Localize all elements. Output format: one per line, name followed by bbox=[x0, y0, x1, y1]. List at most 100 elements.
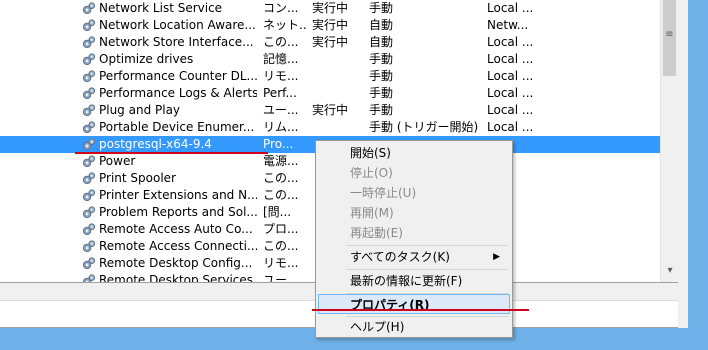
service-row[interactable]: Performance Logs & Alerts Perf... 手動 Local … bbox=[0, 85, 660, 102]
menu-item-restart[interactable]: 再起動(E) bbox=[318, 223, 510, 243]
gear-icon bbox=[81, 69, 96, 84]
service-row[interactable]: Network Location Aware... ネット... 実行中 自動 Netw… bbox=[0, 17, 660, 34]
service-description: この... bbox=[263, 35, 299, 49]
gear-icon bbox=[81, 18, 96, 33]
service-status bbox=[312, 85, 368, 102]
service-row[interactable]: Plug and Play ユー... 実行中 手動 Local ... bbox=[0, 102, 660, 119]
service-name: Plug and Play bbox=[99, 103, 181, 117]
submenu-arrow-icon: ▶ bbox=[493, 252, 500, 262]
service-startup-type: 自動 bbox=[369, 35, 394, 49]
service-status bbox=[312, 68, 368, 85]
scrollbar-thumb[interactable]: ≡ bbox=[663, 0, 676, 76]
menu-item-resume[interactable]: 再開(M) bbox=[318, 203, 510, 223]
gear-icon bbox=[81, 205, 96, 220]
menu-item-help[interactable]: ヘルプ(H) bbox=[318, 317, 510, 337]
service-name: postgresql-x64-9.4 bbox=[99, 137, 212, 151]
service-row[interactable]: Network Store Interface... この... 実行中 自動 Loca… bbox=[0, 34, 660, 51]
gear-icon bbox=[81, 239, 96, 254]
service-description: 記憶... bbox=[263, 52, 299, 66]
service-name: Printer Extensions and N... bbox=[99, 188, 257, 202]
service-name: Power bbox=[99, 154, 136, 168]
service-description: リモ... bbox=[263, 256, 299, 270]
service-description: Perf... bbox=[263, 86, 297, 100]
gear-icon bbox=[81, 171, 96, 186]
menu-separator bbox=[346, 245, 508, 246]
gear-icon bbox=[81, 120, 96, 135]
service-row[interactable]: Performance Counter DL... リモ... 手動 Local ..… bbox=[0, 68, 660, 85]
service-description: 電源... bbox=[263, 154, 299, 168]
service-status: 実行中 bbox=[312, 1, 349, 15]
grip-icon: ≡ bbox=[665, 29, 674, 40]
service-logon: Netw... bbox=[487, 18, 529, 32]
service-name: Remote Desktop Config... bbox=[99, 256, 253, 270]
gear-icon bbox=[81, 154, 96, 169]
service-name: Print Spooler bbox=[99, 171, 176, 185]
service-description: リム... bbox=[263, 120, 299, 134]
annotation-underline-service bbox=[75, 152, 268, 154]
service-row[interactable]: Optimize drives 記憶... 手動 Local ... bbox=[0, 51, 660, 68]
gear-icon bbox=[81, 273, 96, 282]
service-startup-type: 手動 bbox=[369, 103, 394, 117]
gear-icon bbox=[81, 256, 96, 271]
service-logon: Local ... bbox=[487, 103, 534, 117]
service-name: Problem Reports and Sol... bbox=[99, 205, 257, 219]
service-name: Performance Counter DL... bbox=[99, 69, 257, 83]
service-name: Portable Device Enumer... bbox=[99, 120, 255, 134]
service-name: Performance Logs & Alerts bbox=[99, 86, 257, 100]
service-name: Remote Access Auto Co... bbox=[99, 222, 253, 236]
annotation-underline-properties bbox=[312, 309, 529, 311]
service-description: この... bbox=[263, 188, 299, 202]
service-startup-type: 手動 (トリガー開始) bbox=[369, 120, 479, 134]
menu-item-refresh[interactable]: 最新の情報に更新(F) bbox=[318, 271, 510, 291]
gear-icon bbox=[81, 103, 96, 118]
gear-icon bbox=[81, 86, 96, 101]
service-logon: Local ... bbox=[487, 52, 534, 66]
gear-icon bbox=[81, 1, 96, 16]
service-description: この... bbox=[263, 239, 299, 253]
service-status: 実行中 bbox=[312, 35, 349, 49]
service-description: ユー... bbox=[263, 273, 299, 282]
service-startup-type: 手動 bbox=[369, 1, 394, 15]
service-name: Remote Desktop Services bbox=[99, 273, 254, 282]
service-status: 実行中 bbox=[312, 18, 349, 32]
service-description: この... bbox=[263, 171, 299, 185]
service-name: Network List Service bbox=[99, 1, 223, 15]
menu-item-properties[interactable]: プロパティ(R) bbox=[318, 294, 510, 314]
menu-item-all-tasks[interactable]: すべてのタスク(K) ▶ bbox=[318, 247, 510, 267]
service-name: Network Store Interface... bbox=[99, 35, 254, 49]
gear-icon bbox=[81, 35, 96, 50]
service-logon: Local ... bbox=[487, 120, 534, 134]
gear-icon bbox=[81, 52, 96, 67]
vertical-scrollbar[interactable]: ≡ ▾ bbox=[660, 0, 679, 282]
menu-item-start[interactable]: 開始(S) bbox=[318, 143, 510, 163]
service-startup-type: 手動 bbox=[369, 69, 394, 83]
service-startup-type: 手動 bbox=[369, 52, 394, 66]
scroll-down-arrow-icon[interactable]: ▾ bbox=[661, 262, 679, 280]
service-logon: Local ... bbox=[487, 69, 534, 83]
service-description: リモ... bbox=[263, 69, 299, 83]
service-description: Pro... bbox=[263, 137, 294, 151]
gear-icon bbox=[81, 188, 96, 203]
service-description: コン... bbox=[263, 1, 299, 15]
service-description: ネット... bbox=[263, 18, 307, 32]
service-name: Remote Access Connecti... bbox=[99, 239, 257, 253]
service-row[interactable]: Portable Device Enumer... リム... 手動 (トリガー開始… bbox=[0, 119, 660, 136]
service-logon: Local ... bbox=[487, 35, 534, 49]
gear-icon bbox=[81, 222, 96, 237]
gear-icon bbox=[81, 137, 96, 152]
menu-separator bbox=[346, 269, 508, 270]
service-name: Optimize drives bbox=[99, 52, 194, 66]
service-description: プロ... bbox=[263, 222, 299, 236]
service-description: ユー... bbox=[263, 103, 299, 117]
window-frame-right bbox=[688, 0, 708, 350]
service-status bbox=[312, 51, 368, 68]
service-startup-type: 手動 bbox=[369, 86, 394, 100]
service-status bbox=[312, 119, 368, 136]
service-logon: Local ... bbox=[487, 1, 534, 15]
menu-item-stop[interactable]: 停止(O) bbox=[318, 163, 510, 183]
service-status: 実行中 bbox=[312, 103, 349, 117]
menu-item-pause[interactable]: 一時停止(U) bbox=[318, 183, 510, 203]
service-logon: Local ... bbox=[487, 86, 534, 100]
service-row[interactable]: Network List Service コン... 実行中 手動 Local ... bbox=[0, 0, 660, 17]
service-description: [問... bbox=[263, 205, 292, 219]
